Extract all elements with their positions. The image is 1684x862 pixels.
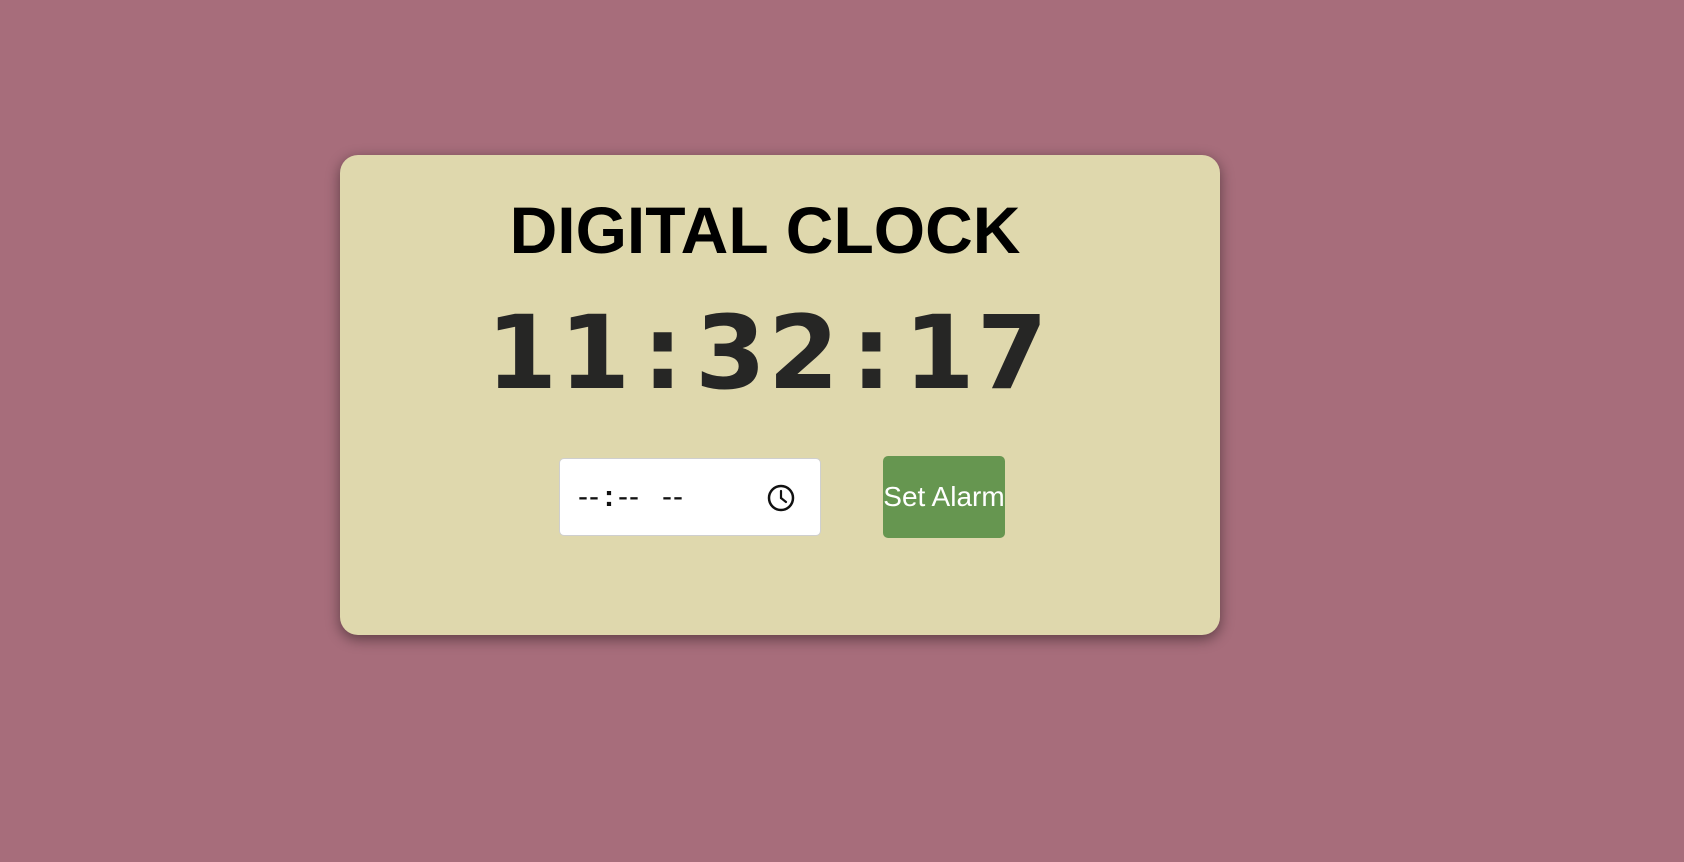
clock-icon[interactable]: [766, 483, 796, 513]
alarm-time-input[interactable]: -- : -- --: [559, 458, 821, 536]
time-seconds: 17: [903, 294, 1050, 413]
alarm-ampm-field[interactable]: --: [662, 480, 684, 514]
time-separator: :: [850, 294, 894, 413]
time-separator: :: [642, 294, 686, 413]
time-hours: 11: [486, 294, 633, 413]
clock-card: DIGITAL CLOCK 11:32:17 -- : -- -- Set Al…: [340, 155, 1220, 635]
time-minutes: 32: [695, 294, 841, 413]
set-alarm-button[interactable]: Set Alarm: [883, 456, 1005, 538]
alarm-minute-field[interactable]: --: [618, 480, 640, 514]
time-display: 11:32:17: [328, 303, 1208, 405]
page-title: DIGITAL CLOCK: [509, 193, 1021, 267]
alarm-time-separator: :: [603, 480, 614, 513]
alarm-hour-field[interactable]: --: [578, 480, 600, 514]
